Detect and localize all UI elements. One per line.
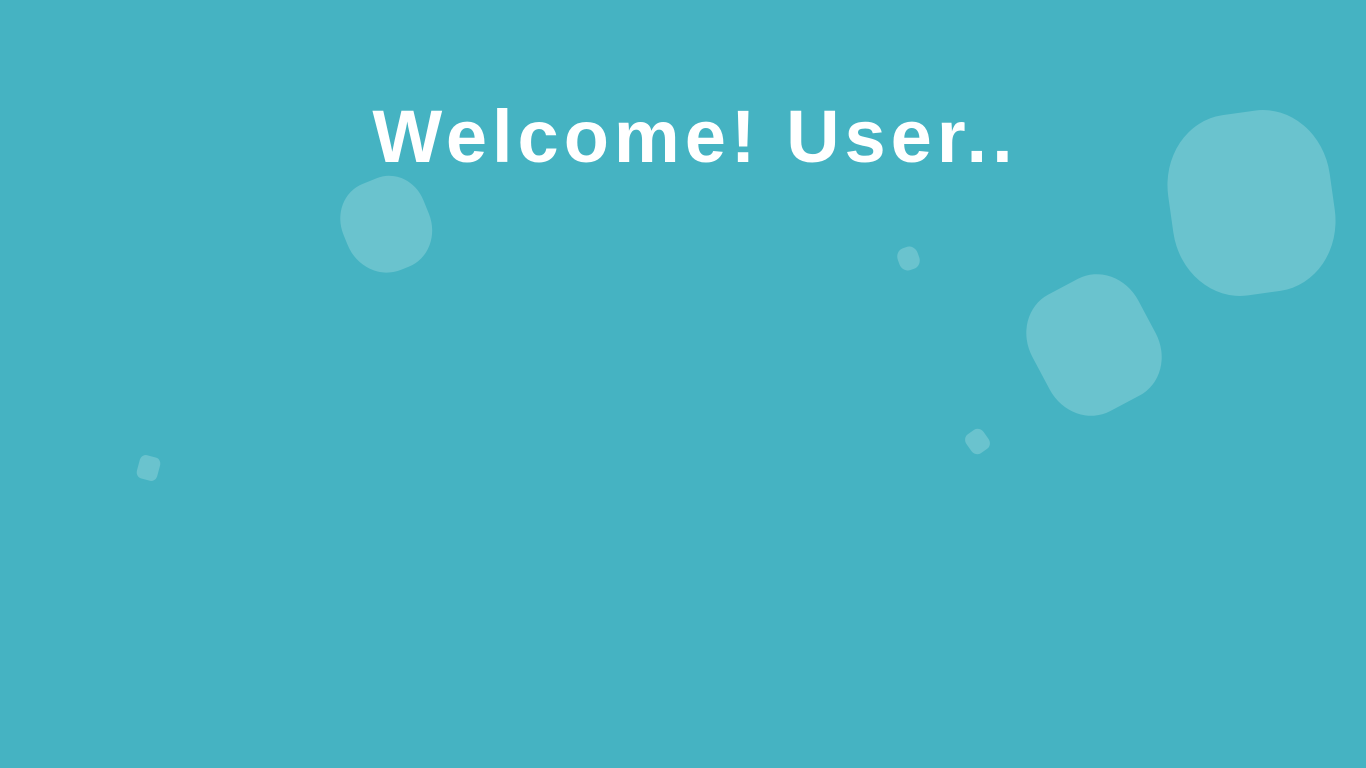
welcome-page: Welcome! User.. bbox=[0, 0, 1366, 768]
decorative-bubble bbox=[1010, 258, 1178, 432]
decorative-bubble bbox=[894, 244, 923, 273]
decorative-bubble bbox=[962, 426, 993, 457]
decorative-bubble bbox=[328, 165, 445, 285]
welcome-title: Welcome! User.. bbox=[372, 95, 1018, 178]
decorative-bubble bbox=[135, 453, 162, 483]
